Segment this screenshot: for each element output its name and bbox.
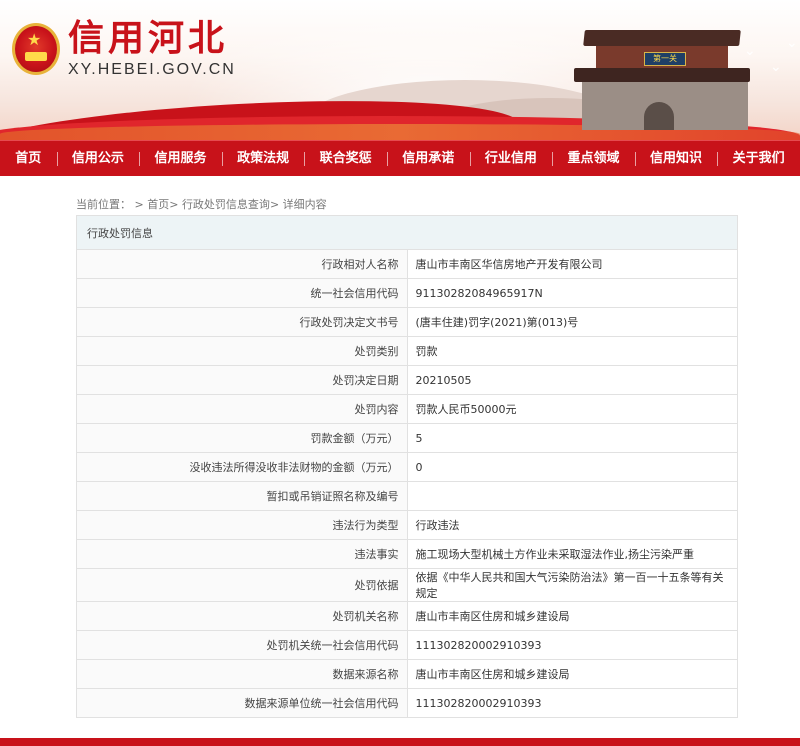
row-label: 行政处罚决定文书号 xyxy=(76,307,408,337)
row-label: 处罚内容 xyxy=(76,394,408,424)
row-value: 依据《中华人民共和国大气污染防治法》第一百一十五条等有关规定 xyxy=(406,568,738,602)
table-row: 暂扣或吊销证照名称及编号 xyxy=(76,481,738,511)
footer-red-bar xyxy=(0,738,800,746)
nav-item-joint-reward-punishment[interactable]: 联合奖惩 xyxy=(304,141,387,177)
nav-item-policy[interactable]: 政策法规 xyxy=(221,141,305,177)
row-value: 罚款人民币50000元 xyxy=(406,394,738,424)
table-row: 处罚内容 罚款人民币50000元 xyxy=(76,394,738,424)
breadcrumb-current: 详细内容 xyxy=(282,198,327,211)
row-label: 违法事实 xyxy=(76,539,408,569)
breadcrumb-separator: > xyxy=(169,198,179,211)
row-label: 处罚机关名称 xyxy=(76,601,408,631)
table-row: 违法事实 施工现场大型机械土方作业未采取湿法作业,扬尘污染严重 xyxy=(76,539,738,569)
bird-icon: ⌄ xyxy=(786,35,798,51)
row-label: 没收违法所得没收非法财物的金额（万元） xyxy=(76,452,408,482)
nav-item-credit-publicity[interactable]: 信用公示 xyxy=(56,141,140,177)
site-domain: XY.HEBEI.GOV.CN xyxy=(68,61,236,78)
row-value: 行政违法 xyxy=(406,510,738,540)
row-label: 统一社会信用代码 xyxy=(76,278,408,308)
site-name-cn: 信用河北 xyxy=(68,17,229,59)
row-label: 处罚决定日期 xyxy=(76,365,408,395)
row-value: 111302820002910393 xyxy=(406,630,738,660)
row-label: 处罚依据 xyxy=(76,568,408,602)
breadcrumb-prefix: 当前位置： xyxy=(76,198,131,211)
breadcrumb-separator: > xyxy=(134,198,144,211)
bird-icon: ⌄ xyxy=(744,43,756,59)
gate-tower-illustration: 第一关 xyxy=(574,22,750,130)
table-row: 处罚依据 依据《中华人民共和国大气污染防治法》第一百一十五条等有关规定 xyxy=(76,568,738,602)
table-header-row: 行政处罚信息 xyxy=(76,215,738,250)
table-row: 行政处罚决定文书号 (唐丰住建)罚字(2021)第(013)号 xyxy=(76,307,738,337)
row-value: 唐山市丰南区华信房地产开发有限公司 xyxy=(406,249,738,279)
row-value: 唐山市丰南区住房和城乡建设局 xyxy=(406,601,738,631)
national-emblem-icon: ★ xyxy=(12,23,60,75)
penalty-info-table: 行政处罚信息 行政相对人名称 唐山市丰南区华信房地产开发有限公司 统一社会信用代… xyxy=(76,215,738,718)
nav-item-credit-knowledge[interactable]: 信用知识 xyxy=(634,141,718,177)
nav-item-credit-service[interactable]: 信用服务 xyxy=(139,141,222,177)
nav-item-home[interactable]: 首页 xyxy=(0,141,57,177)
row-value: 罚款 xyxy=(406,336,738,366)
row-label: 数据来源名称 xyxy=(76,659,408,689)
table-row: 违法行为类型 行政违法 xyxy=(76,510,738,540)
table-row: 处罚机关统一社会信用代码 111302820002910393 xyxy=(76,630,738,660)
table-row: 行政相对人名称 唐山市丰南区华信房地产开发有限公司 xyxy=(76,249,738,279)
row-label: 暂扣或吊销证照名称及编号 xyxy=(76,481,408,511)
row-label: 行政相对人名称 xyxy=(76,249,408,279)
table-row: 统一社会信用代码 91130282084965917N xyxy=(76,278,738,308)
bird-icon: ⌄ xyxy=(770,59,782,75)
table-row: 数据来源名称 唐山市丰南区住房和城乡建设局 xyxy=(76,659,738,689)
table-row: 处罚类别 罚款 xyxy=(76,336,738,366)
row-label: 违法行为类型 xyxy=(76,510,408,540)
row-label: 数据来源单位统一社会信用代码 xyxy=(76,688,408,718)
nav-item-key-areas[interactable]: 重点领域 xyxy=(552,141,635,177)
row-value: 施工现场大型机械土方作业未采取湿法作业,扬尘污染严重 xyxy=(406,539,738,569)
row-value: 111302820002910393 xyxy=(406,688,738,718)
panel-title: 行政处罚信息 xyxy=(76,215,738,250)
site-logo[interactable]: ★ 信用河北 XY.HEBEI.GOV.CN xyxy=(12,18,236,80)
main-nav: 首页 信用公示 信用服务 政策法规 联合奖惩 信用承诺 行业信用 重点领域 信用… xyxy=(0,140,800,176)
row-value: 唐山市丰南区住房和城乡建设局 xyxy=(406,659,738,689)
nav-item-industry-credit[interactable]: 行业信用 xyxy=(469,141,553,177)
table-row: 没收违法所得没收非法财物的金额（万元） 0 xyxy=(76,452,738,482)
row-label: 罚款金额（万元） xyxy=(76,423,408,453)
site-banner: ★ 信用河北 XY.HEBEI.GOV.CN 第一关 ⌄ ⌄ ⌄ xyxy=(0,0,800,140)
breadcrumb-separator: > xyxy=(269,198,280,211)
breadcrumb: 当前位置： > 首页> 行政处罚信息查询> 详细内容 xyxy=(76,198,327,212)
breadcrumb-query-link[interactable]: 行政处罚信息查询 xyxy=(182,198,270,211)
table-row: 数据来源单位统一社会信用代码 111302820002910393 xyxy=(76,688,738,718)
table-row: 罚款金额（万元） 5 xyxy=(76,423,738,453)
table-row: 处罚决定日期 20210505 xyxy=(76,365,738,395)
row-value: 5 xyxy=(406,423,738,453)
row-value xyxy=(406,481,738,511)
row-label: 处罚机关统一社会信用代码 xyxy=(76,630,408,660)
breadcrumb-home-link[interactable]: 首页 xyxy=(147,198,169,211)
tower-plaque: 第一关 xyxy=(644,52,686,66)
row-value: (唐丰住建)罚字(2021)第(013)号 xyxy=(406,307,738,337)
row-label: 处罚类别 xyxy=(76,336,408,366)
row-value: 0 xyxy=(406,452,738,482)
nav-item-about-us[interactable]: 关于我们 xyxy=(717,141,800,177)
row-value: 20210505 xyxy=(406,365,738,395)
nav-item-credit-commitment[interactable]: 信用承诺 xyxy=(386,141,470,177)
table-row: 处罚机关名称 唐山市丰南区住房和城乡建设局 xyxy=(76,601,738,631)
row-value: 91130282084965917N xyxy=(406,278,738,308)
